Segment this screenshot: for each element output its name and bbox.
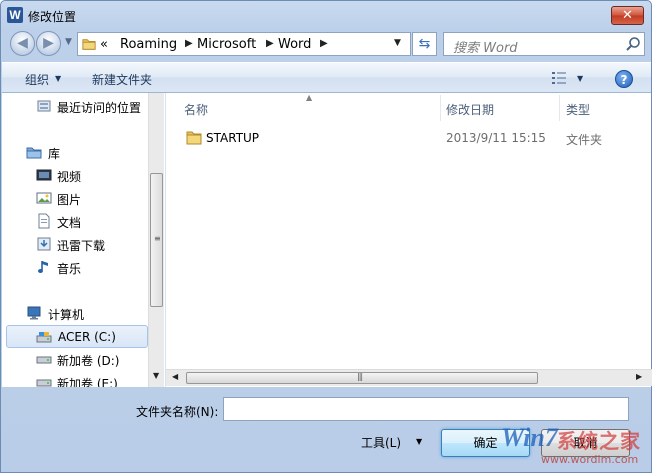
column-header-modified[interactable]: 修改日期 [446, 101, 494, 118]
column-header-type[interactable]: 类型 [566, 101, 590, 118]
drive-icon [36, 379, 52, 387]
navigation-pane[interactable]: 最近访问的位置 库 视频 图片 文档 迅雷下载 音乐 计算机 ACER (C:)… [2, 93, 164, 387]
save-dialog-window: W 修改位置 ✕ ◀ ▶ ▼ « Roaming ▶ Microsoft ▶ W… [0, 0, 652, 473]
scrollbar-thumb[interactable]: ≡ [150, 173, 163, 307]
back-button[interactable]: ◀ [10, 31, 35, 56]
nav-item-video[interactable]: 视频 [2, 164, 148, 187]
library-icon [26, 147, 42, 159]
computer-icon [27, 306, 41, 320]
nav-item-recent-places[interactable]: 最近访问的位置 [2, 95, 148, 118]
nav-item-label: 视频 [57, 170, 82, 184]
nav-item-computer[interactable]: 计算机 [2, 302, 148, 325]
nav-item-drive-c[interactable]: ACER (C:) [6, 325, 148, 348]
nav-item-label: 新加卷 (D:) [57, 354, 120, 368]
column-divider[interactable] [440, 95, 441, 121]
file-type: 文件夹 [566, 133, 603, 147]
nav-item-label: 库 [48, 147, 61, 161]
window-title: 修改位置 [28, 10, 77, 24]
scroll-right-icon[interactable]: ▶ [636, 372, 642, 381]
recent-places-icon [37, 100, 51, 112]
scrollbar-thumb[interactable]: ||| [186, 372, 538, 384]
folder-name-input[interactable] [223, 397, 629, 421]
view-dropdown-icon[interactable]: ▼ [577, 74, 583, 83]
download-icon [37, 237, 51, 251]
browser-panes: 最近访问的位置 库 视频 图片 文档 迅雷下载 音乐 计算机 ACER (C:)… [2, 93, 652, 387]
folder-icon [186, 131, 202, 145]
watermark-url: www.wordlm.com [541, 453, 639, 466]
music-icon [38, 261, 48, 273]
breadcrumb-overflow[interactable]: « [100, 37, 108, 52]
drive-c-icon [36, 332, 52, 343]
site-watermark: Win7 系统之家 www.wordlm.com [501, 419, 651, 471]
word-app-icon: W [7, 7, 23, 23]
breadcrumb-roaming[interactable]: Roaming [120, 37, 177, 52]
watermark-title: 系统之家 [557, 429, 641, 453]
new-folder-button[interactable]: 新建文件夹 [92, 71, 152, 88]
grip-icon: ≡ [154, 234, 161, 243]
forward-button[interactable]: ▶ [36, 31, 61, 56]
folder-icon [82, 39, 96, 50]
nav-item-pictures[interactable]: 图片 [2, 187, 148, 210]
sort-ascending-icon: ▲ [306, 93, 313, 102]
search-box[interactable]: 搜索 Word [443, 32, 645, 56]
view-options-icon[interactable] [551, 71, 569, 85]
nav-item-label: 计算机 [48, 308, 85, 322]
documents-icon [38, 213, 50, 229]
nav-item-library[interactable]: 库 [2, 141, 148, 164]
arrow-left-icon: ◀ [17, 35, 28, 51]
nav-item-music[interactable]: 音乐 [2, 256, 148, 279]
help-icon[interactable]: ? [615, 70, 633, 88]
nav-item-label: ACER (C:) [58, 330, 116, 344]
organize-button[interactable]: 组织 [25, 71, 49, 88]
file-pane-hscrollbar[interactable]: ◀ ||| ▶ [166, 369, 652, 386]
refresh-button[interactable]: ⇆ [412, 32, 437, 56]
nav-pane-scrollbar[interactable]: ≡ ▼ [148, 93, 164, 387]
file-list-pane[interactable]: ▲ 名称 修改日期 类型 STARTUP 2013/9/11 15:15 文件夹… [165, 93, 652, 387]
chevron-right-icon[interactable]: ▶ [266, 38, 274, 49]
nav-item-label: 文档 [57, 216, 82, 230]
nav-item-label: 最近访问的位置 [57, 101, 142, 115]
nav-item-documents[interactable]: 文档 [2, 210, 148, 233]
folder-name-label: 文件夹名称(N): [136, 405, 219, 419]
organize-dropdown-icon[interactable]: ▼ [55, 74, 61, 83]
arrow-right-icon: ▶ [43, 35, 54, 51]
nav-item-label: 图片 [57, 193, 82, 207]
close-button[interactable]: ✕ [611, 6, 644, 25]
nav-item-label: 音乐 [57, 262, 82, 276]
breadcrumb-word[interactable]: Word [278, 37, 311, 52]
column-header-name[interactable]: 名称 [184, 101, 208, 118]
column-divider[interactable] [559, 95, 560, 121]
command-toolbar: 组织 ▼ 新建文件夹 ▼ ? [2, 62, 651, 93]
chevron-right-icon[interactable]: ▶ [320, 38, 328, 49]
watermark-logo: Win7 [501, 423, 558, 452]
nav-item-thunder-download[interactable]: 迅雷下载 [2, 233, 148, 256]
address-row: ◀ ▶ ▼ « Roaming ▶ Microsoft ▶ Word ▶ ▼ ⇆… [1, 30, 651, 58]
nav-item-drive-d[interactable]: 新加卷 (D:) [2, 348, 148, 371]
chevron-right-icon[interactable]: ▶ [185, 38, 193, 49]
search-icon[interactable] [625, 36, 641, 52]
pictures-icon [36, 192, 52, 204]
address-bar[interactable]: « Roaming ▶ Microsoft ▶ Word ▶ ▼ [77, 32, 411, 56]
recent-locations-dropdown[interactable]: ▼ [65, 37, 72, 47]
scroll-down-icon[interactable]: ▼ [153, 371, 159, 380]
nav-item-label: 迅雷下载 [57, 239, 106, 253]
refresh-icon: ⇆ [418, 36, 431, 52]
title-bar: W 修改位置 ✕ [1, 1, 651, 29]
address-dropdown-icon[interactable]: ▼ [394, 38, 401, 48]
scroll-left-icon[interactable]: ◀ [172, 372, 178, 381]
drive-icon [36, 356, 52, 364]
video-icon [36, 169, 52, 181]
breadcrumb-microsoft[interactable]: Microsoft [197, 37, 256, 52]
file-row-startup[interactable]: STARTUP 2013/9/11 15:15 文件夹 [184, 129, 650, 149]
nav-item-drive-e[interactable]: 新加卷 (E:) [2, 371, 148, 387]
search-input[interactable]: 搜索 Word [453, 37, 518, 56]
file-modified-date: 2013/9/11 15:15 [446, 131, 546, 145]
grip-icon: ||| [357, 372, 363, 381]
tools-dropdown-icon[interactable]: ▼ [416, 437, 422, 446]
tools-button[interactable]: 工具(L) [361, 434, 401, 451]
nav-item-label: 新加卷 (E:) [57, 377, 118, 387]
file-name: STARTUP [206, 131, 260, 145]
